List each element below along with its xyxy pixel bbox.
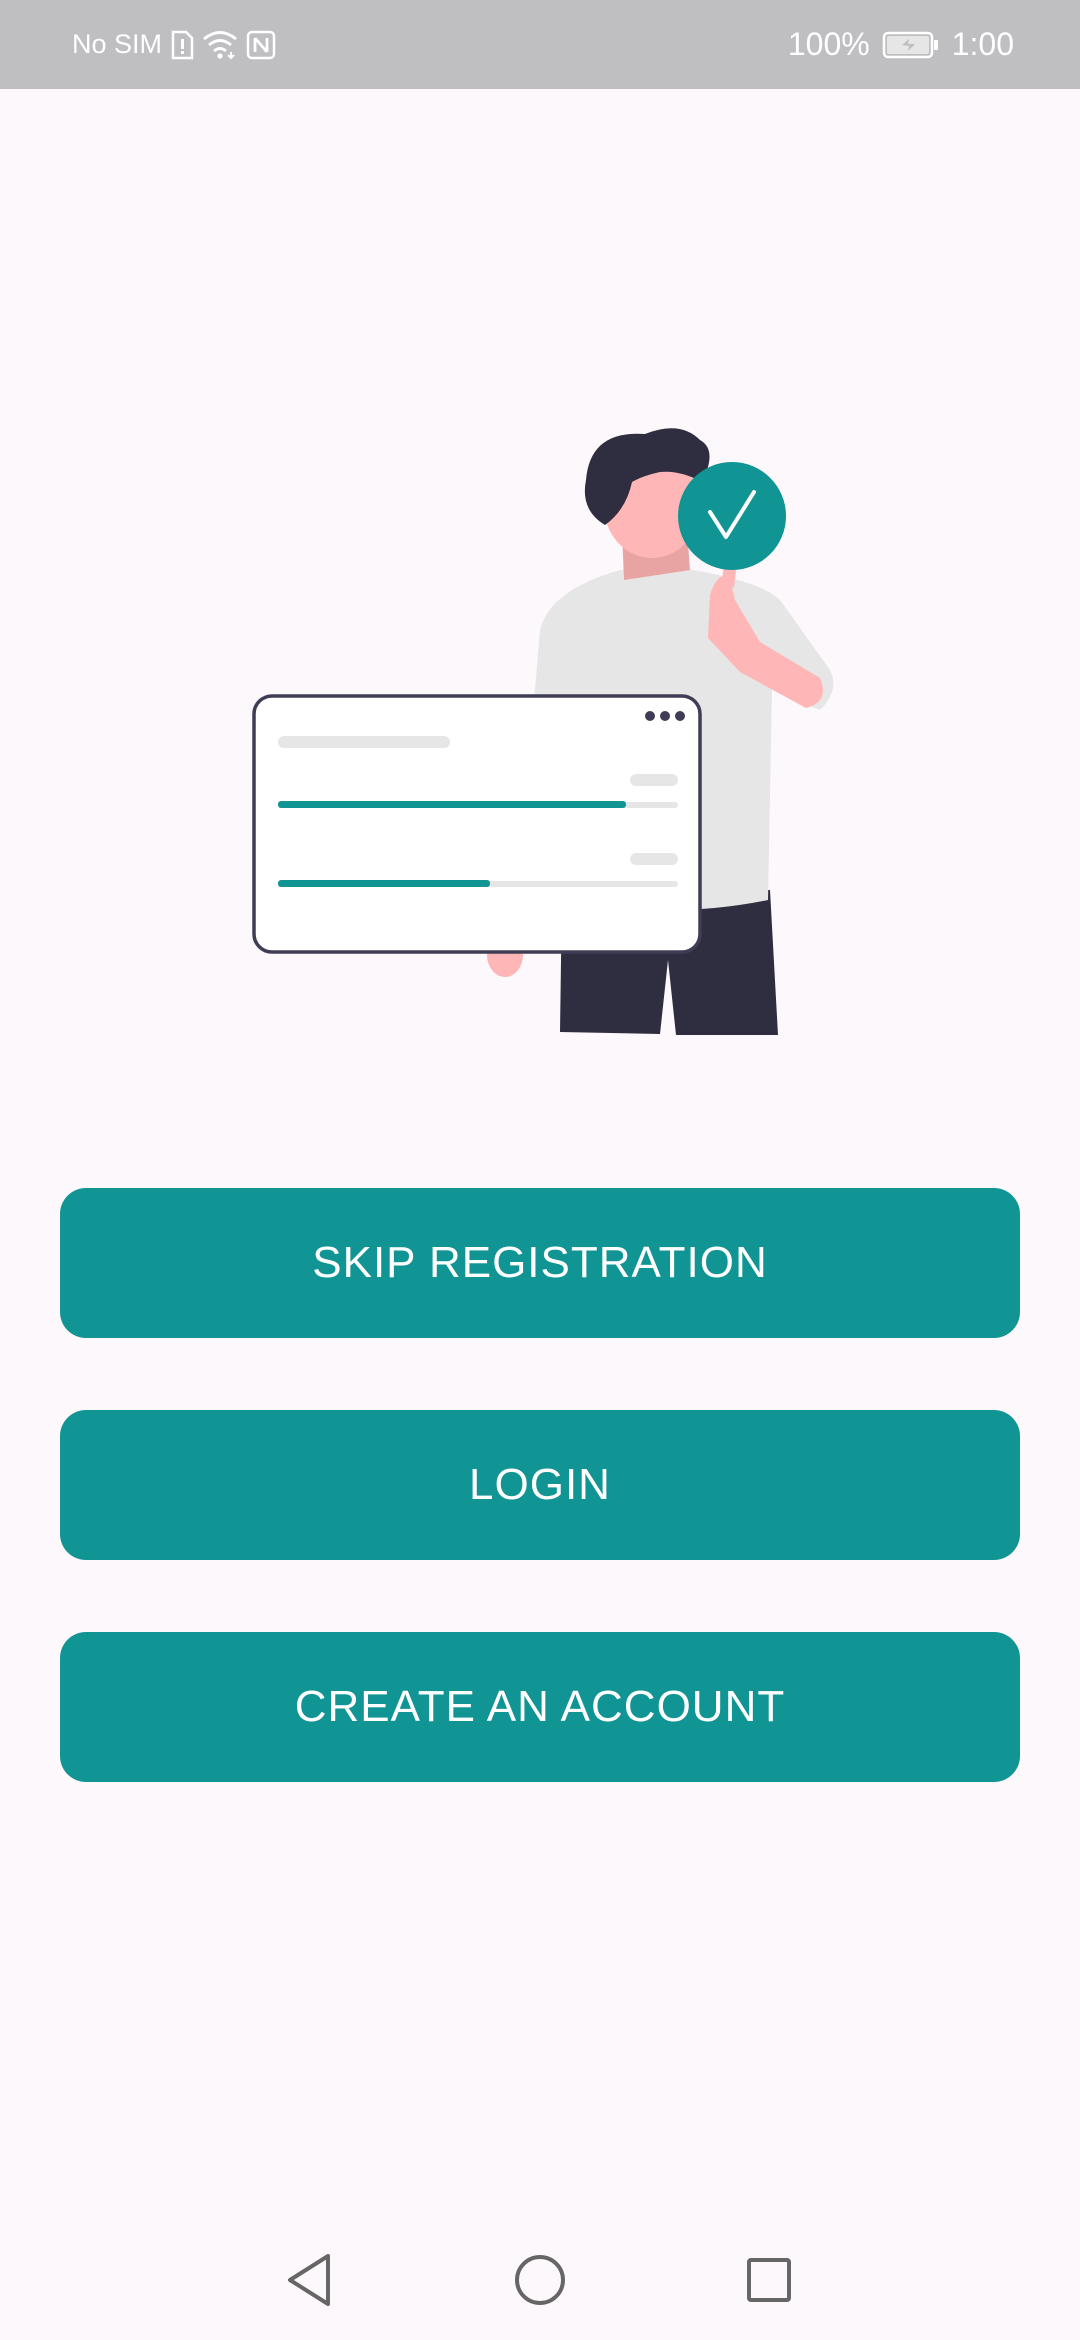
progress-card	[252, 694, 702, 954]
status-right: 100% 1:00	[788, 0, 1014, 89]
create-account-button[interactable]: CREATE AN ACCOUNT	[60, 1632, 1020, 1782]
carrier-label: No SIM	[72, 29, 163, 59]
clock: 1:00	[951, 26, 1014, 62]
status-bar: No SIM 100% 1:00	[0, 0, 1080, 89]
recents-icon[interactable]	[729, 2240, 809, 2320]
status-left: No SIM	[72, 0, 276, 89]
wifi-icon	[202, 30, 238, 60]
battery-charging-icon	[882, 30, 940, 60]
system-nav-bar	[0, 2220, 1080, 2340]
battery-percent: 100%	[787, 26, 870, 62]
sim-alert-icon	[170, 30, 194, 60]
skip-registration-button[interactable]: SKIP REGISTRATION	[60, 1188, 1020, 1338]
check-badge	[678, 462, 786, 570]
nfc-icon	[246, 30, 276, 60]
home-icon[interactable]	[500, 2240, 580, 2320]
login-button[interactable]: LOGIN	[60, 1410, 1020, 1560]
back-icon[interactable]	[269, 2240, 349, 2320]
welcome-illustration	[240, 420, 840, 1050]
